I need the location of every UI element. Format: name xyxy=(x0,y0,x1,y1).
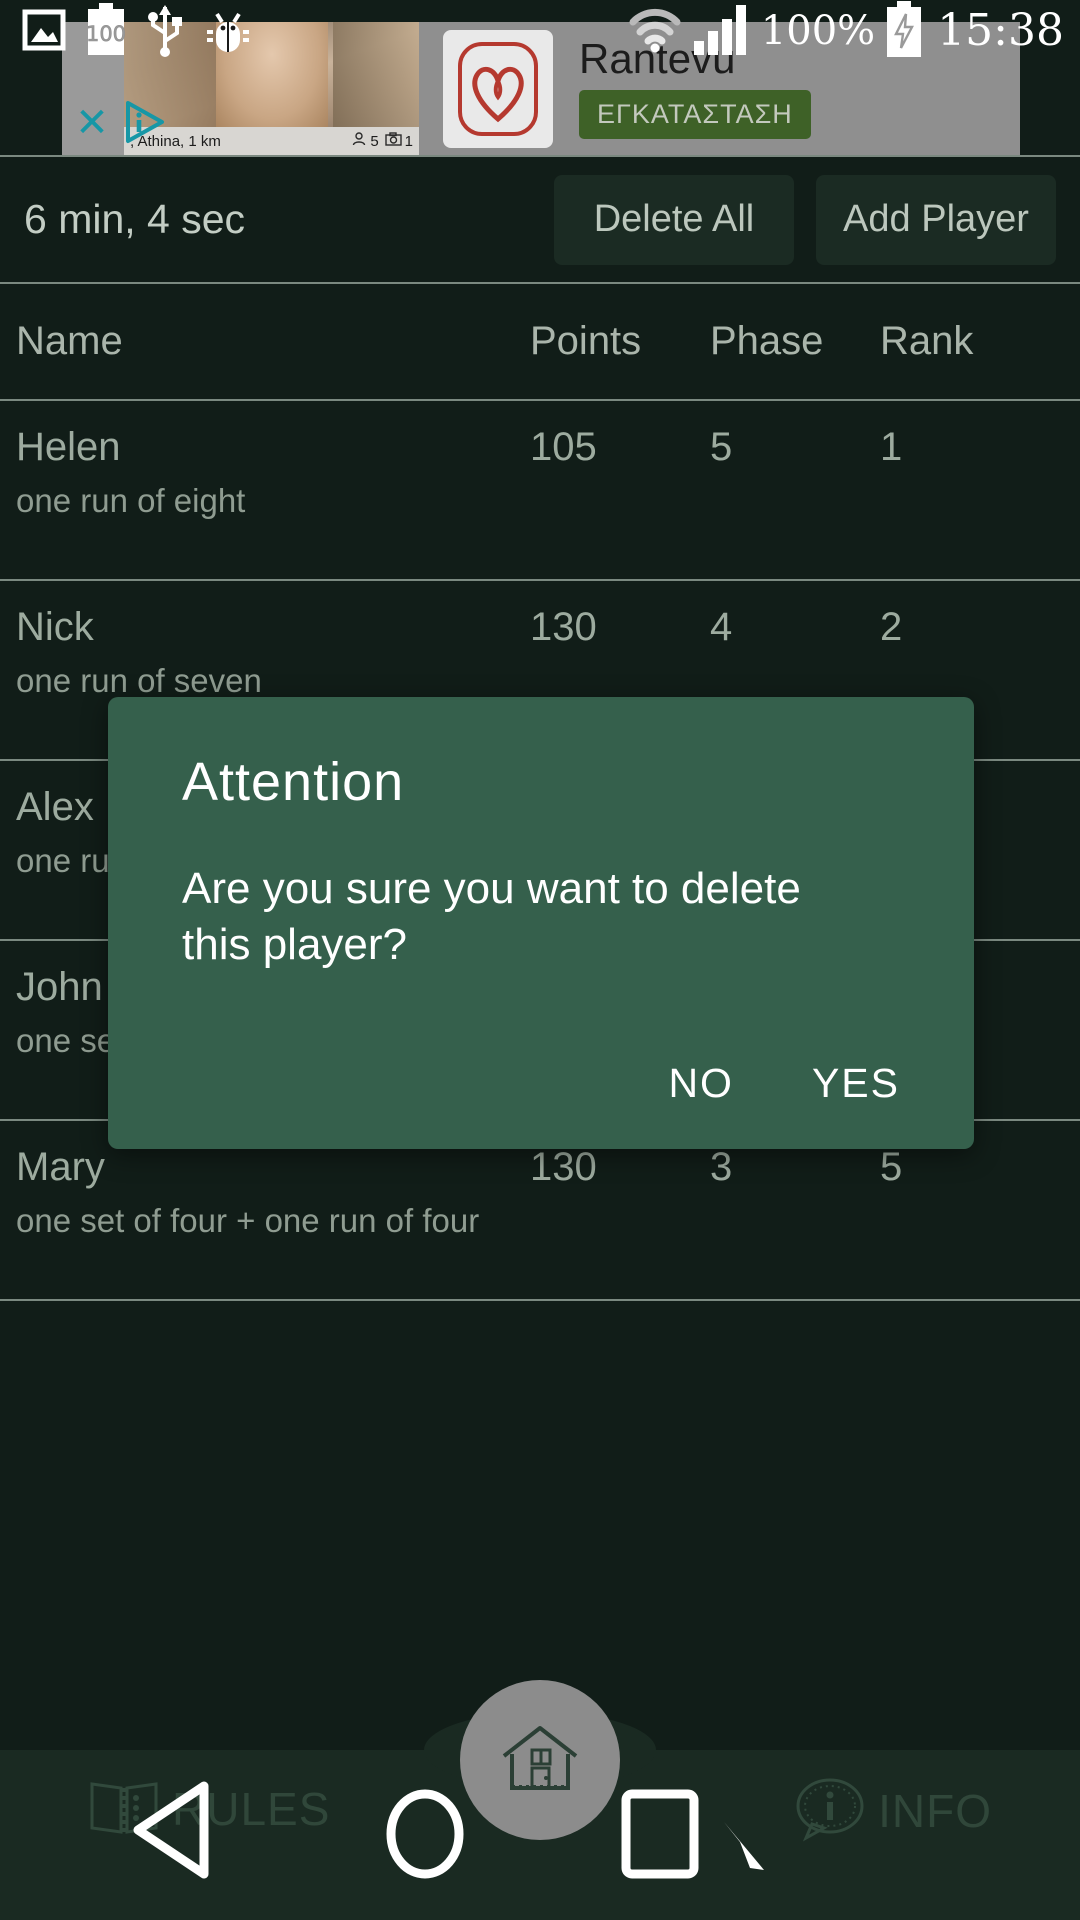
player-phase: 3 xyxy=(710,1145,733,1189)
ad-image-detail xyxy=(216,22,328,130)
confirmation-dialog: Attention Are you sure you want to delet… xyxy=(108,697,974,1149)
ad-people-stat: 5 xyxy=(351,131,379,151)
close-icon[interactable]: ✕ xyxy=(70,101,114,145)
player-name: Mary xyxy=(16,1145,105,1189)
player-name: Nick xyxy=(16,605,94,649)
phone-screen: 6 min, 4 sec Delete All Add Player Name … xyxy=(0,0,1080,1920)
column-header-points: Points xyxy=(530,319,642,363)
delete-all-button[interactable]: Delete All xyxy=(554,174,794,265)
dialog-actions: NO YES xyxy=(668,1060,900,1107)
info-bubble-icon xyxy=(794,1776,866,1846)
ad-body[interactable]: Rantevu ΕΓΚΑΤΑΣΤΑΣΗ xyxy=(419,22,1020,155)
ad-app-title: Rantevu xyxy=(579,35,736,82)
info-button[interactable]: INFO xyxy=(794,1776,992,1846)
ad-banner[interactable]: ✕ , Athina, 1 km 5 1 Rantevu ΕΓΚΑΤΑΣΤΑΣΗ xyxy=(62,22,1020,155)
bottom-navigation-bar: RULES INFO xyxy=(0,1680,1080,1920)
player-description: one run of eight xyxy=(16,482,246,519)
dialog-yes-button[interactable]: YES xyxy=(812,1060,900,1107)
info-label: INFO xyxy=(878,1785,992,1837)
column-header-name: Name xyxy=(16,319,123,363)
toolbar: 6 min, 4 sec Delete All Add Player xyxy=(0,157,1080,282)
ad-creative-image[interactable]: , Athina, 1 km 5 1 xyxy=(124,22,419,155)
house-icon xyxy=(496,1720,584,1800)
player-description: one set of four + one run of four xyxy=(16,1202,480,1239)
heart-logo-icon xyxy=(443,29,553,148)
column-header-phase: Phase xyxy=(710,319,824,363)
add-player-button[interactable]: Add Player xyxy=(816,174,1056,265)
column-header-rank: Rank xyxy=(880,319,974,363)
dialog-title: Attention xyxy=(182,752,405,812)
player-points: 105 xyxy=(530,425,597,469)
player-rank: 2 xyxy=(880,605,903,649)
adchoices-icon[interactable] xyxy=(118,97,168,147)
person-icon xyxy=(351,131,367,151)
camera-icon xyxy=(384,131,402,151)
player-phase: 4 xyxy=(710,605,733,649)
player-rank: 1 xyxy=(880,425,903,469)
player-name: Helen xyxy=(16,425,121,469)
ad-info: Rantevu ΕΓΚΑΤΑΣΤΑΣΗ xyxy=(579,38,1020,139)
empty-list-area xyxy=(0,1301,1080,1731)
table-header: Name Points Phase Rank xyxy=(0,284,1080,399)
player-description: one run of seven xyxy=(16,662,262,699)
ad-photo-stat: 1 xyxy=(384,131,413,151)
game-timer: 6 min, 4 sec xyxy=(24,196,246,242)
table-row[interactable]: Helen 105 5 1 one run of eight xyxy=(0,401,1080,579)
player-points: 130 xyxy=(530,605,597,649)
ad-image-detail xyxy=(333,22,419,130)
ad-left-controls: ✕ xyxy=(62,22,124,155)
divider xyxy=(0,1299,1080,1301)
rules-button[interactable]: RULES xyxy=(88,1776,330,1842)
divider xyxy=(0,282,1080,284)
book-icon xyxy=(88,1776,160,1842)
ad-people-count: 5 xyxy=(370,132,379,150)
ad-install-button[interactable]: ΕΓΚΑΤΑΣΤΑΣΗ xyxy=(579,90,811,139)
dialog-message: Are you sure you want to delete this pla… xyxy=(182,864,801,970)
ad-photo-count: 1 xyxy=(404,132,413,150)
player-phase: 5 xyxy=(710,425,733,469)
player-points: 130 xyxy=(530,1145,597,1189)
player-rank: 5 xyxy=(880,1145,903,1189)
dialog-no-button[interactable]: NO xyxy=(668,1060,734,1107)
home-fab-button[interactable] xyxy=(460,1680,620,1840)
image-icon xyxy=(22,8,66,56)
rules-label: RULES xyxy=(172,1783,331,1835)
ad-caption: , Athina, 1 km 5 1 xyxy=(124,127,419,155)
